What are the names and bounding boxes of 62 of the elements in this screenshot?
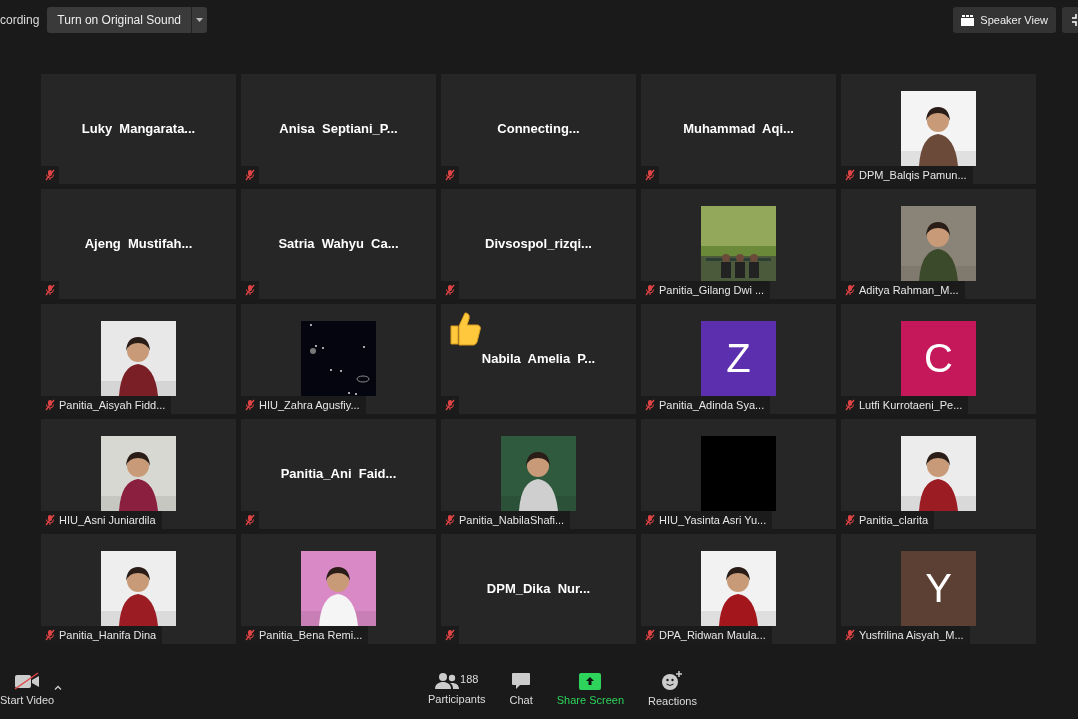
muted-mic-icon	[644, 399, 656, 411]
participant-name: Panitia_Ani Faid...	[280, 466, 397, 481]
name-label: Panitia_Adinda Sya...	[641, 396, 771, 414]
muted-mic-icon	[844, 629, 856, 641]
fullscreen-button[interactable]	[1062, 7, 1078, 33]
name-label: Panitia_Gilang Dwi ...	[641, 281, 771, 299]
name-label: HIU_Yasinta Asri Yu...	[641, 511, 773, 529]
name-label: Yusfrilina Aisyah_M...	[841, 626, 970, 644]
start-video-button[interactable]: Start Video	[0, 672, 55, 706]
muted-mic-icon	[44, 399, 56, 411]
participant-name: Anisa Septiani_P...	[279, 121, 398, 136]
chat-bubble-icon	[511, 672, 532, 690]
recording-label: cording	[0, 13, 40, 27]
original-sound-button[interactable]: Turn on Original Sound	[47, 7, 191, 33]
name-label: DPA_Ridwan Maula...	[641, 626, 772, 644]
participants-button[interactable]: 188 Participants	[420, 673, 494, 705]
name-label: Panitia_Aisyah Fidd...	[41, 396, 172, 414]
participant-name: Divsospol_rizqi...	[485, 236, 592, 251]
caret-icon	[54, 685, 63, 690]
speaker-view-button[interactable]: Speaker View	[953, 7, 1056, 33]
muted-mic-icon	[244, 399, 256, 411]
grid-icon	[961, 14, 975, 26]
participant-name: Satria Wahyu Ca...	[278, 236, 399, 251]
muted-mic-icon	[844, 169, 856, 181]
name-label: Panitia_NabilaShafi...	[441, 511, 571, 529]
muted-mic-icon	[844, 399, 856, 411]
letter-avatar: C	[901, 321, 976, 396]
muted-mic-icon	[644, 284, 656, 296]
muted-mic-icon	[644, 629, 656, 641]
participant-name: Connecting...	[497, 121, 580, 136]
letter-avatar: Y	[901, 551, 976, 626]
name-label: Panitia_Bena Remi...	[241, 626, 369, 644]
participant-name: Muhammad Aqi...	[683, 121, 794, 136]
muted-mic-icon	[44, 629, 56, 641]
participant-count: 188	[460, 673, 479, 685]
reactions-button[interactable]: Reactions	[640, 671, 705, 707]
participant-name: Ajeng Mustifah...	[84, 236, 193, 251]
muted-mic-icon	[244, 629, 256, 641]
name-label: Lutfi Kurrotaeni_Pe...	[841, 396, 969, 414]
name-label: Panitia_clarita	[841, 511, 935, 529]
dropdown-button[interactable]	[191, 7, 207, 33]
name-label: Aditya Rahman_M...	[841, 281, 965, 299]
muted-mic-icon	[644, 514, 656, 526]
caret-icon	[196, 18, 203, 22]
name-label: HIU_Asni Juniardila	[41, 511, 162, 529]
name-label: DPM_Balqis Pamun...	[841, 166, 973, 184]
participant-name: Nabila Amelia P...	[481, 351, 596, 366]
participant-name: DPM_Dika Nur...	[486, 581, 591, 596]
muted-mic-icon	[844, 284, 856, 296]
expand-icon	[1070, 13, 1078, 27]
name-label: Panitia_Hanifa Dina	[41, 626, 163, 644]
video-off-icon	[14, 672, 41, 690]
name-label: HIU_Zahra Agusfiy...	[241, 396, 366, 414]
people-icon	[435, 673, 460, 689]
chat-button[interactable]: Chat	[501, 672, 541, 706]
participant-name: Luky Mangarata...	[81, 121, 196, 136]
share-screen-button[interactable]: Share Screen	[548, 672, 632, 706]
muted-mic-icon	[844, 514, 856, 526]
smiley-plus-icon	[661, 671, 684, 691]
letter-avatar: Z	[701, 321, 776, 396]
muted-mic-icon	[44, 514, 56, 526]
muted-mic-icon	[444, 514, 456, 526]
